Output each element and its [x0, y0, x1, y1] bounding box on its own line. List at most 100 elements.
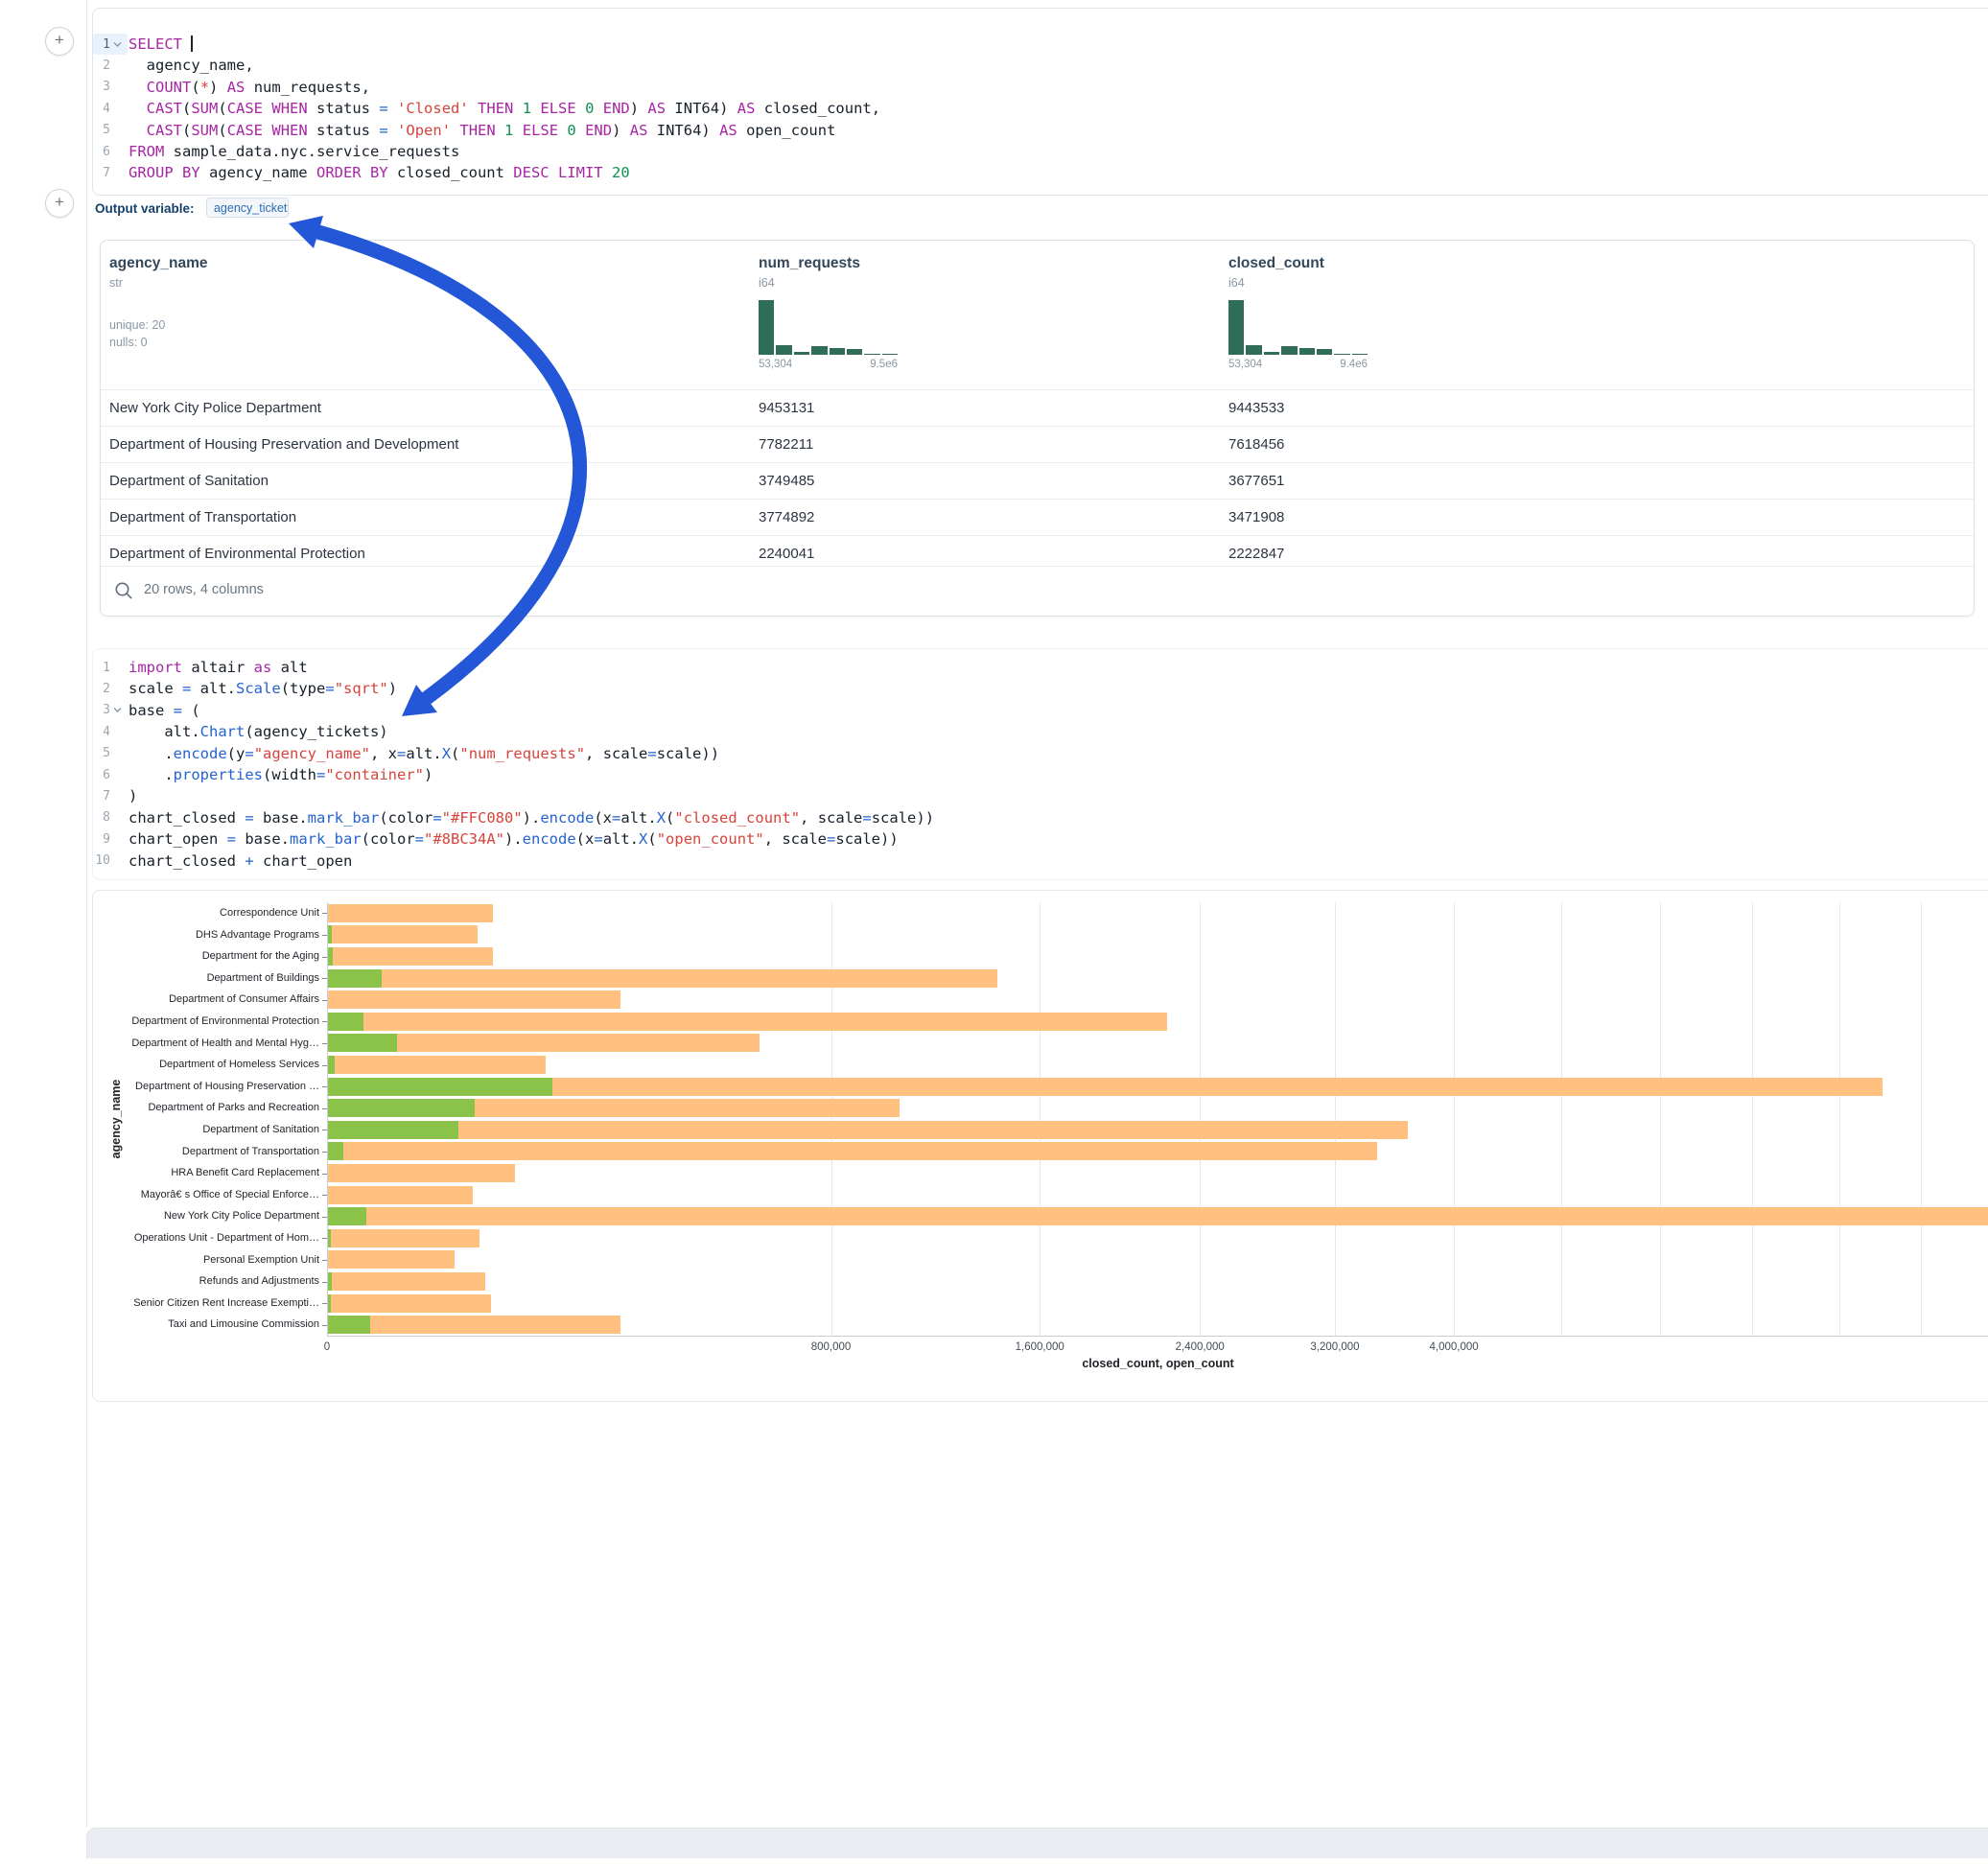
line-number-text: 1 — [93, 37, 110, 52]
code-token: DESC — [513, 164, 549, 181]
code-token: encode — [174, 745, 227, 762]
code-token: , scale — [800, 809, 862, 827]
table-footer: 20 rows, 4 columns — [101, 566, 1974, 616]
next-cell-collapsed-header[interactable] — [86, 1828, 1988, 1860]
code-token — [263, 100, 271, 117]
code-token: encode — [540, 809, 594, 827]
output-variable-chip[interactable]: agency_tickets — [206, 198, 289, 218]
sql-cell-editor[interactable]: 1234567 SELECT agency_name, COUNT(*) AS … — [92, 8, 1988, 196]
y-axis-label: Department of Environmental Protection — [93, 1011, 319, 1033]
code-line: agency_name, — [129, 55, 1988, 76]
column-histogram — [759, 300, 898, 355]
code-token: ) — [388, 680, 397, 697]
code-token: as — [254, 659, 272, 676]
bar-closed — [327, 1272, 485, 1291]
chevron-down-icon[interactable] — [110, 707, 125, 713]
table-row[interactable]: New York City Police Department945313194… — [101, 389, 1974, 426]
code-token: AS — [630, 122, 648, 139]
code-token: = — [647, 745, 656, 762]
code-token: import — [129, 659, 182, 676]
bar-closed — [327, 904, 493, 922]
table-cell: Department of Sanitation — [109, 463, 269, 499]
y-axis-tick — [322, 1260, 327, 1261]
line-number-text: 5 — [93, 746, 110, 760]
code-token: = — [316, 766, 325, 783]
code-token: status — [308, 122, 380, 139]
histogram-axis-labels: 53,3049.4e6 — [1228, 359, 1368, 370]
code-token: AS — [737, 100, 756, 117]
bar-row — [327, 1119, 1988, 1141]
table-row[interactable]: Department of Housing Preservation and D… — [101, 426, 1974, 462]
y-axis-tick — [322, 1065, 327, 1066]
bar-row — [327, 1205, 1988, 1227]
y-axis-tick — [322, 1217, 327, 1218]
code-token: = — [325, 680, 334, 697]
code-token: ) — [209, 79, 227, 96]
code-token: chart_closed — [129, 852, 245, 870]
table-cell: 9453131 — [759, 390, 814, 426]
line-number: 8 — [93, 807, 128, 828]
y-axis-line — [327, 902, 328, 1336]
x-tick-label: 3,200,000 — [1310, 1341, 1359, 1353]
code-token: (y — [227, 745, 246, 762]
code-token — [558, 122, 567, 139]
line-number-text: 2 — [93, 682, 110, 696]
code-token: alt. — [620, 809, 656, 827]
y-axis-label: Operations Unit - Department of Hom… — [93, 1227, 319, 1249]
bar-open — [327, 1142, 343, 1160]
line-number: 2 — [93, 55, 128, 76]
code-token: (color — [362, 830, 415, 848]
column-header-agency_name[interactable]: agency_namestrunique: 20nulls: 0 — [109, 255, 208, 351]
code-token: COUNT — [147, 79, 192, 96]
next-cell-body — [86, 1858, 1988, 1864]
search-icon[interactable] — [113, 580, 134, 601]
add-cell-button[interactable]: + — [45, 27, 74, 56]
bar-row — [327, 924, 1988, 946]
code-token: ( — [182, 702, 200, 719]
column-meta-item: nulls: 0 — [109, 334, 208, 351]
table-row[interactable]: Department of Transportation377489234719… — [101, 499, 1974, 535]
code-token: , scale — [585, 745, 647, 762]
code-token: "#8BC34A" — [424, 830, 504, 848]
bar-closed — [327, 1121, 1408, 1139]
line-number-text: 4 — [93, 725, 110, 739]
y-axis-label: Refunds and Adjustments — [93, 1270, 319, 1293]
histogram-bar — [811, 346, 827, 355]
table-header: agency_namestrunique: 20nulls: 0 num_requ… — [101, 241, 1974, 389]
code-token: 0 — [585, 100, 594, 117]
python-code[interactable]: import altair as altscale = alt.Scale(ty… — [129, 657, 1988, 872]
code-token — [451, 122, 459, 139]
code-token: 1 — [523, 100, 531, 117]
line-number: 5 — [93, 120, 128, 141]
code-token: = — [227, 830, 236, 848]
bar-row — [327, 989, 1988, 1011]
sql-code[interactable]: SELECT agency_name, COUNT(*) AS num_requ… — [129, 34, 1988, 184]
bar-open — [327, 1056, 335, 1074]
chevron-down-icon[interactable] — [110, 41, 125, 48]
bar-row — [327, 967, 1988, 990]
code-token: = — [612, 809, 620, 827]
table-cell: 3774892 — [759, 500, 814, 535]
table-row[interactable]: Department of Sanitation37494853677651 — [101, 462, 1974, 499]
code-token: ( — [182, 100, 191, 117]
code-token: ( — [647, 830, 656, 848]
column-header-closed_count[interactable]: closed_counti6453,3049.4e6 — [1228, 255, 1368, 370]
histogram-bar — [1317, 349, 1332, 355]
histogram-bar — [776, 345, 791, 355]
bar-open — [327, 1207, 366, 1225]
y-axis-label: Department of Housing Preservation … — [93, 1076, 319, 1098]
y-axis-tick — [322, 1303, 327, 1304]
code-token: ) — [630, 100, 648, 117]
add-cell-button[interactable]: + — [45, 189, 74, 218]
code-token: * — [200, 79, 209, 96]
code-token: AS — [719, 122, 737, 139]
y-axis-label: Department of Health and Mental Hyg… — [93, 1033, 319, 1055]
code-token — [603, 164, 612, 181]
code-token: "closed_count" — [674, 809, 800, 827]
code-token: ). — [504, 830, 523, 848]
code-token: INT64) — [647, 122, 719, 139]
cell-gutter-line — [86, 0, 87, 1828]
bar-open — [327, 1013, 363, 1031]
python-cell-editor[interactable]: 12345678910 import altair as altscale = … — [92, 648, 1988, 880]
column-header-num_requests[interactable]: num_requestsi6453,3049.5e6 — [759, 255, 898, 370]
